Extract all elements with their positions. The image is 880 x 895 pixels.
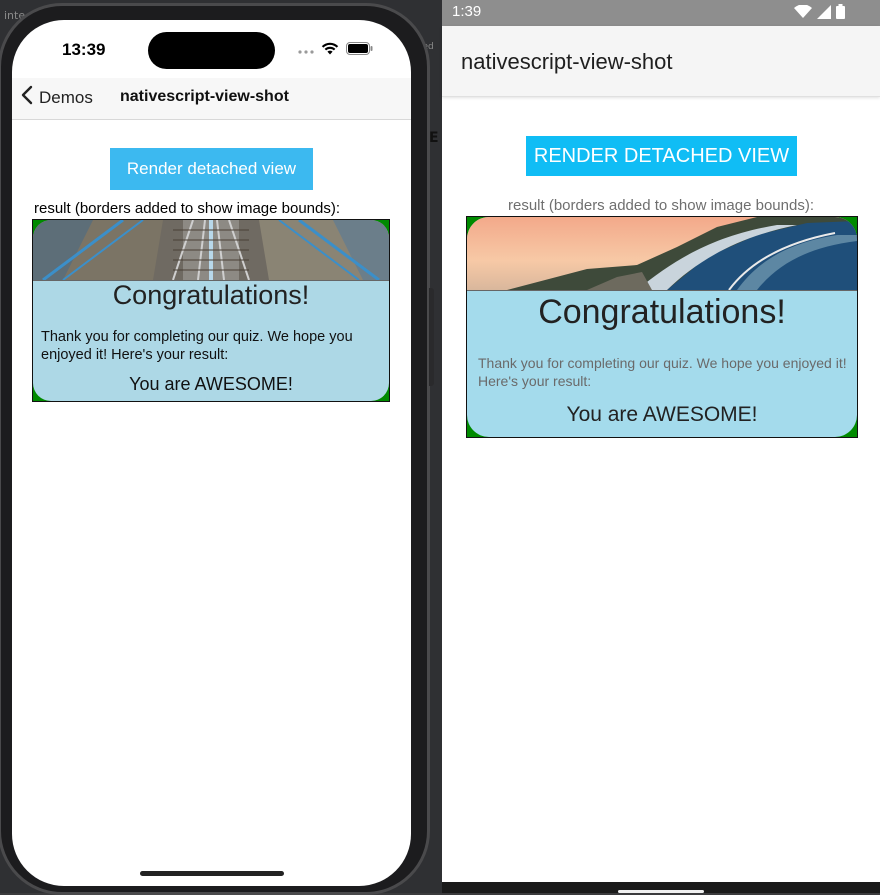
dynamic-island (148, 32, 275, 69)
home-indicator[interactable] (140, 871, 284, 876)
result-image-bounds: Congratulations! Thank you for completin… (32, 219, 390, 402)
dots-icon (298, 42, 314, 60)
card-message: Thank you for completing our quiz. We ho… (41, 329, 353, 363)
android-status-bar: 1:39 (442, 0, 880, 26)
render-detached-view-button[interactable]: Render detached view (110, 148, 313, 190)
page-title: nativescript-view-shot (120, 88, 289, 105)
result-label: result (borders added to show image boun… (34, 200, 341, 217)
card-heading: Congratulations! (538, 293, 786, 331)
wifi-icon (321, 42, 339, 60)
card-result: You are AWESOME! (566, 403, 758, 426)
iphone-side-button (429, 288, 434, 386)
ios-screen: 13:39 Demos nativescript-view-shot Rende… (12, 20, 411, 886)
back-button-label: Demos (39, 87, 93, 107)
result-label: result (borders added to show image boun… (507, 197, 814, 214)
android-screen: 1:39 nativescript-view-shot RENDER DETAC… (442, 0, 880, 893)
card-message: Thank you for completing our quiz. We ho… (478, 355, 847, 389)
page-title: nativescript-view-shot (461, 49, 673, 74)
battery-icon (346, 42, 373, 60)
card-result: You are AWESOME! (129, 374, 293, 394)
android-action-bar: nativescript-view-shot (442, 26, 880, 97)
result-card: Congratulations! Thank you for completin… (33, 220, 389, 401)
battery-icon (836, 4, 845, 24)
card-heading: Congratulations! (112, 280, 310, 310)
android-status-icons (794, 3, 845, 24)
result-card: Congratulations! Thank you for completin… (467, 217, 857, 437)
coastal-road-photo (467, 217, 857, 291)
android-status-time: 1:39 (452, 3, 482, 20)
railway-tracks-photo (33, 220, 389, 281)
wifi-icon (794, 3, 812, 24)
render-detached-view-button[interactable]: RENDER DETACHED VIEW (526, 136, 797, 176)
desktop-text-fragment: E (429, 130, 439, 146)
back-button[interactable]: Demos (21, 85, 93, 110)
back-chevron-icon (21, 85, 33, 110)
result-image-bounds: Congratulations! Thank you for completin… (466, 216, 858, 438)
cellular-icon (817, 4, 831, 24)
ios-navigation-bar: Demos nativescript-view-shot (12, 78, 411, 120)
ios-status-time: 13:39 (62, 40, 106, 59)
ios-status-icons (298, 42, 373, 60)
